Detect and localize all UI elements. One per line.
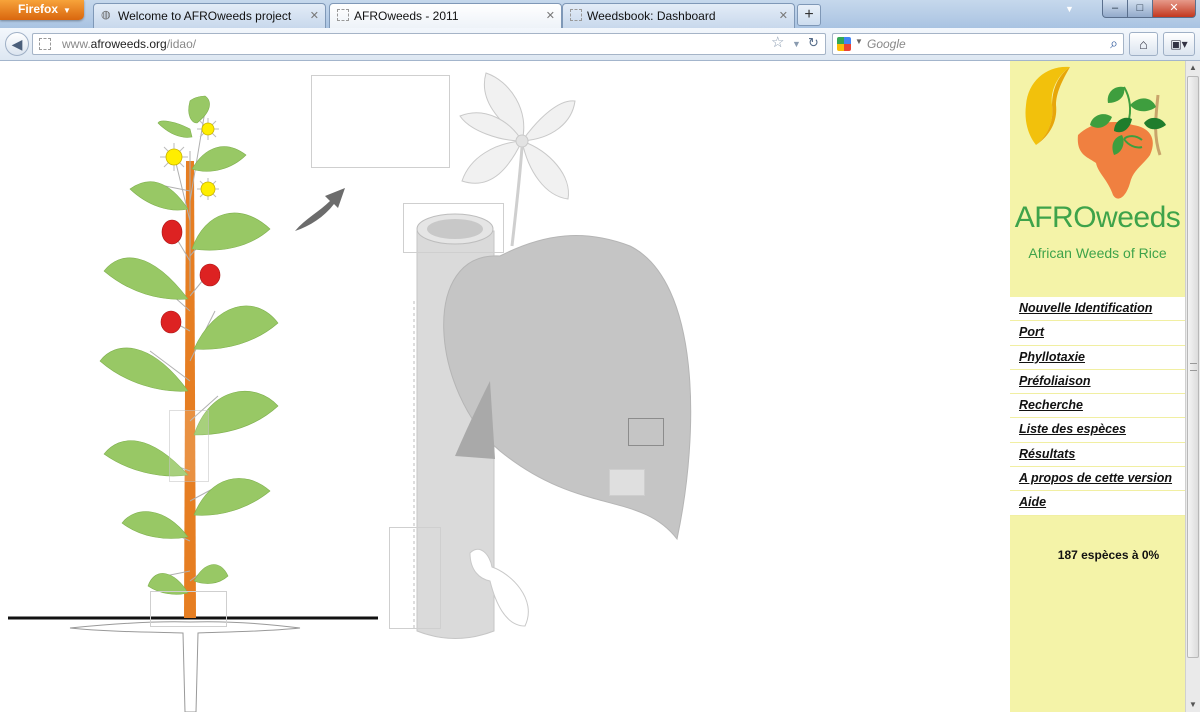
url-domain: afroweeds.org (90, 37, 167, 51)
menu-item-port[interactable]: Port (1010, 321, 1185, 346)
tab-afroweeds[interactable]: AFROweeds - 2011 ✕ (329, 3, 562, 29)
scroll-down-icon[interactable]: ▼ (1186, 698, 1200, 712)
hotspot-stem-section[interactable] (403, 203, 504, 253)
menu-item-phyllotaxie[interactable]: Phyllotaxie (1010, 346, 1185, 370)
close-tab-icon[interactable]: ✕ (546, 4, 555, 28)
search-icon[interactable]: ⌕ (1110, 35, 1118, 52)
reload-icon[interactable]: ↻ (808, 33, 819, 53)
grip-icon (1190, 363, 1197, 371)
hotspot-leaf-arrangement[interactable] (169, 410, 209, 482)
menu-item-recherche[interactable]: Recherche (1010, 394, 1185, 419)
tab-welcome[interactable]: ◍ Welcome to AFROweeds project ✕ (93, 3, 326, 28)
hotspot-leaf-base[interactable] (389, 527, 441, 629)
firefox-menu-label: Firefox (18, 2, 59, 16)
sidebar-menu: Nouvelle Identification Port Phyllotaxie… (1010, 297, 1185, 516)
title-bar: Firefox ▼ ◍ Welcome to AFROweeds project … (0, 0, 1200, 29)
logo-title: AFROweeds (1014, 201, 1181, 234)
close-window-button[interactable]: ✕ (1152, 0, 1196, 18)
tab-label: AFROweeds - 2011 (354, 9, 459, 23)
search-bar[interactable]: ▼ Google ⌕ (832, 33, 1124, 55)
minimize-button[interactable]: – (1102, 0, 1128, 18)
tab-label: Weedsbook: Dashboard (587, 9, 716, 23)
navigation-toolbar: ◀ www.afroweeds.org/idao/ ☆ ▼ ↻ ▼ Google… (0, 28, 1200, 61)
list-tabs-icon[interactable]: ▼ (1065, 4, 1074, 14)
search-input[interactable]: Google (867, 37, 906, 51)
address-bar[interactable]: www.afroweeds.org/idao/ ☆ ▼ ↻ (32, 33, 826, 55)
scrollbar-thumb[interactable] (1187, 76, 1199, 658)
url-prefix: www. (62, 37, 91, 51)
chevron-down-icon: ▼ (63, 6, 71, 15)
hotspot-plant-base[interactable] (150, 591, 227, 627)
species-count: 187 espèces à 0% (1057, 548, 1160, 562)
menu-item-prefoliaison[interactable]: Préfoliaison (1010, 370, 1185, 395)
firefox-menu-button[interactable]: Firefox ▼ (0, 0, 84, 20)
arrow-left-icon: ◀ (11, 36, 23, 52)
vertical-scrollbar[interactable]: ▲ ▼ (1185, 61, 1200, 712)
root-icon (69, 621, 301, 712)
search-engine-dropdown-icon[interactable]: ▼ (855, 37, 863, 46)
menu-item-aide[interactable]: Aide (1010, 491, 1185, 516)
tab-label: Welcome to AFROweeds project (118, 9, 292, 23)
page-icon (570, 9, 582, 21)
page-viewport: AFROweeds African Weeds of Rice Nouvelle… (0, 61, 1185, 712)
page-identity-icon[interactable] (39, 38, 51, 50)
new-tab-button[interactable]: + (797, 4, 821, 26)
home-icon: ⌂ (1139, 36, 1148, 52)
afroweeds-logo (1025, 66, 1166, 199)
page-icon (337, 9, 349, 21)
scroll-up-icon[interactable]: ▲ (1186, 61, 1200, 75)
close-tab-icon[interactable]: ✕ (779, 4, 788, 28)
url-text: www.afroweeds.org/idao/ (62, 34, 196, 54)
bookmarks-icon: ▣▾ (1170, 37, 1188, 51)
menu-item-resultats[interactable]: Résultats (1010, 443, 1185, 468)
bookmark-star-icon[interactable]: ☆ (771, 33, 784, 53)
menu-item-liste-des-especes[interactable]: Liste des espèces (1010, 418, 1185, 443)
home-button[interactable]: ⌂ (1129, 32, 1158, 56)
curved-arrow-icon (295, 188, 345, 231)
plant-identification-stage (0, 61, 1010, 712)
maximize-button[interactable]: □ (1127, 0, 1153, 18)
hotspot-flower[interactable] (311, 75, 450, 168)
back-button[interactable]: ◀ (5, 32, 29, 56)
menu-item-a-propos[interactable]: A propos de cette version (1010, 467, 1185, 492)
menu-item-nouvelle-identification[interactable]: Nouvelle Identification (1010, 297, 1185, 322)
tab-weedsbook[interactable]: Weedsbook: Dashboard ✕ (562, 3, 795, 28)
sidebar: AFROweeds African Weeds of Rice Nouvelle… (1010, 61, 1185, 712)
google-icon[interactable] (837, 37, 851, 51)
history-dropdown-icon[interactable]: ▼ (792, 34, 801, 54)
url-path: /idao/ (166, 37, 197, 51)
close-tab-icon[interactable]: ✕ (310, 4, 319, 28)
hotspot-leaf-surface[interactable] (609, 469, 645, 496)
bookmarks-button[interactable]: ▣▾ (1163, 32, 1195, 56)
logo-subtitle: African Weeds of Rice (1028, 245, 1167, 261)
site-icon: ◍ (101, 9, 111, 21)
hotspot-leaf-margin[interactable] (628, 418, 664, 446)
